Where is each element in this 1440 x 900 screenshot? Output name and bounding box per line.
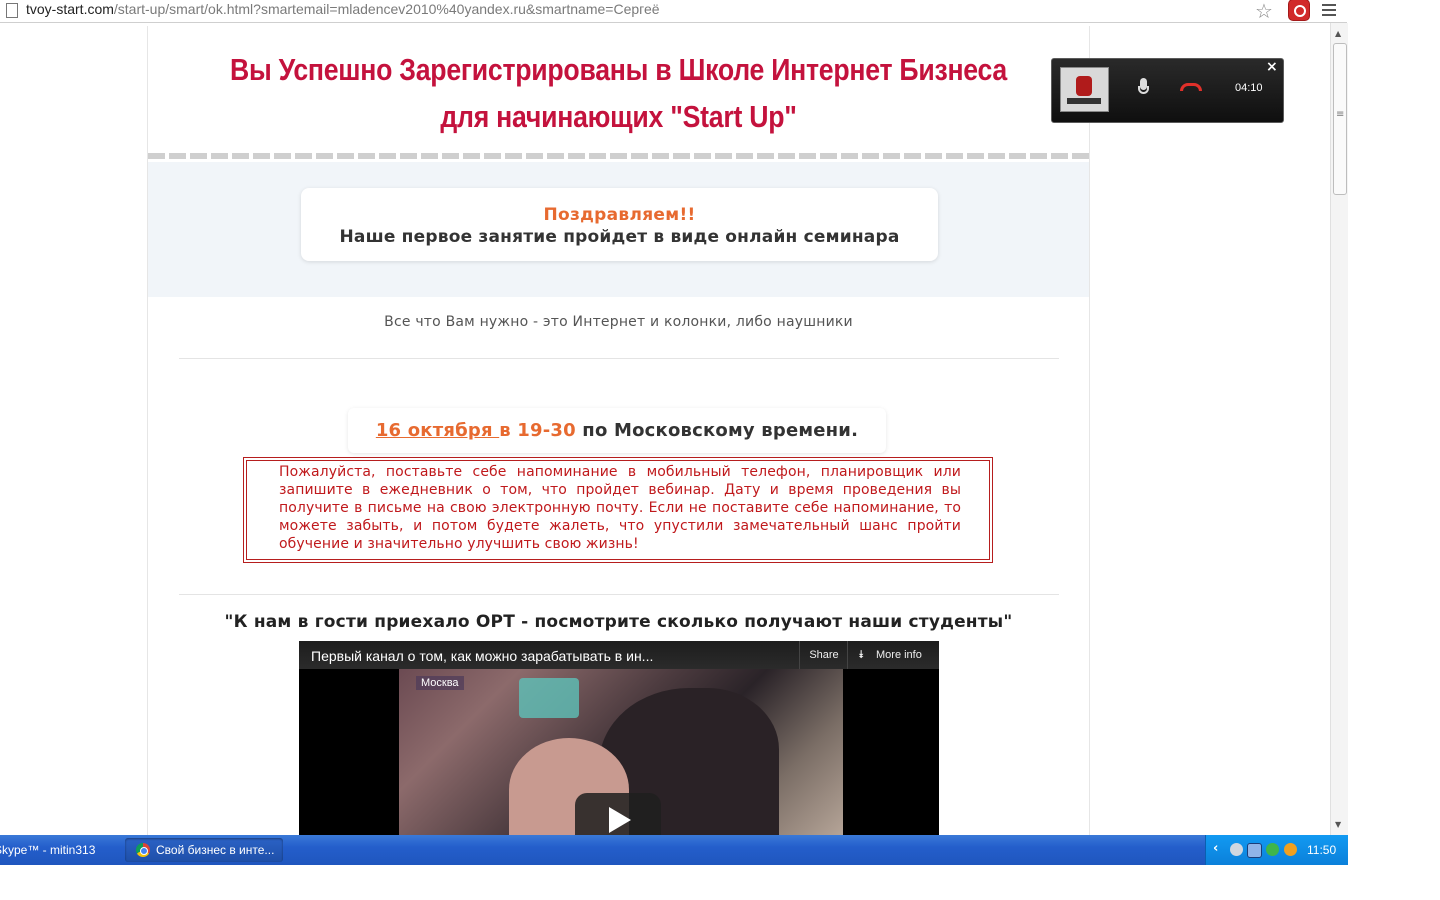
- play-button[interactable]: [575, 793, 661, 835]
- more-info-label: More info: [876, 649, 922, 661]
- tray-expand-icon[interactable]: ‹: [1213, 841, 1218, 856]
- date-time: в 19-30: [499, 420, 576, 441]
- system-tray: ‹ 11:50: [1205, 835, 1348, 865]
- headline-line-1: Вы Успешно Зарегистрированы в Школе Инте…: [230, 52, 1007, 87]
- scroll-thumb[interactable]: [1333, 43, 1347, 195]
- requirements-text: Все что Вам нужно - это Интернет и колон…: [384, 314, 853, 330]
- microphone-icon[interactable]: [1137, 78, 1151, 100]
- congrats-box: Поздравляем!! Наше первое занятие пройде…: [301, 188, 938, 261]
- skype-call-window[interactable]: 04:10 ×: [1051, 58, 1284, 123]
- adblock-icon[interactable]: [1288, 0, 1310, 21]
- video-heading: "К нам в гости приехало ОРТ - посмотрите…: [224, 612, 1013, 632]
- security-tray-icon[interactable]: [1266, 843, 1279, 856]
- address-bar[interactable]: tvoy-start.com/start-up/smart/ok.html?sm…: [0, 0, 1347, 23]
- taskbar-chrome-button[interactable]: Свой бизнес в инте...: [125, 838, 283, 862]
- page-content: Вы Успешно Зарегистрированы в Школе Инте…: [147, 26, 1090, 835]
- date-line: 16 октября в 19-30 по Московскому времен…: [348, 420, 886, 441]
- taskbar-skype-button[interactable]: Skype™ - mitin313: [0, 835, 103, 865]
- video-location-tag: Москва: [416, 676, 464, 690]
- menu-icon[interactable]: [1322, 1, 1336, 19]
- network-tray-icon[interactable]: [1247, 843, 1262, 858]
- reminder-text: Пожалуйста, поставьте себе напоминание в…: [279, 464, 961, 552]
- app-tray-icon[interactable]: [1284, 843, 1297, 856]
- taskbar: Skype™ - mitin313 Свой бизнес в инте... …: [0, 835, 1348, 865]
- scroll-up-arrow-icon[interactable]: ▲: [1335, 29, 1341, 38]
- taskbar-chrome-label: Свой бизнес в инте...: [156, 843, 275, 857]
- divider: [179, 594, 1059, 595]
- divider: [179, 358, 1059, 359]
- vertical-scrollbar[interactable]: ▲ ▼: [1330, 23, 1348, 835]
- steam-tray-icon[interactable]: [1230, 843, 1243, 856]
- congrats-title: Поздравляем!!: [543, 205, 696, 225]
- hang-up-icon[interactable]: [1180, 83, 1202, 91]
- date-rest: по Московскому времени.: [575, 420, 859, 441]
- browser-viewport: Вы Успешно Зарегистрированы в Школе Инте…: [0, 23, 1330, 835]
- page-icon: [6, 3, 18, 18]
- url-path: /start-up/smart/ok.html?smartemail=mlade…: [113, 1, 660, 17]
- date-box: 16 октября в 19-30 по Московскому времен…: [348, 408, 886, 453]
- clock: 11:50: [1307, 843, 1337, 857]
- video-share-button[interactable]: Share: [799, 641, 848, 669]
- video-title-bar: Первый канал о том, как можно зарабатыва…: [299, 641, 939, 669]
- chevron-down-icon: ⯯: [858, 649, 865, 661]
- chrome-icon: [136, 843, 150, 857]
- thumbnail-shape: [519, 678, 579, 718]
- caller-avatar: [1060, 67, 1109, 112]
- bookmark-star-icon[interactable]: ☆: [1255, 0, 1273, 23]
- page-headline: Вы Успешно Зарегистрированы в Школе Инте…: [214, 46, 1023, 140]
- headline-line-2: для начинающих "Start Up": [440, 99, 797, 134]
- close-icon[interactable]: ×: [1266, 59, 1278, 75]
- video-title[interactable]: Первый канал о том, как можно зарабатыва…: [311, 648, 653, 664]
- video-player[interactable]: Москва Первый канал о том, как можно зар…: [299, 641, 939, 835]
- url-host: tvoy-start.com: [26, 1, 114, 17]
- dashed-divider: [148, 153, 1089, 159]
- video-more-info-button[interactable]: ⯯ More info: [847, 641, 939, 669]
- scroll-down-arrow-icon[interactable]: ▼: [1335, 820, 1341, 829]
- congrats-subtitle: Наше первое занятие пройдет в виде онлай…: [339, 227, 900, 247]
- call-timer: 04:10: [1235, 82, 1263, 94]
- url-text[interactable]: tvoy-start.com/start-up/smart/ok.html?sm…: [26, 1, 660, 17]
- date-link[interactable]: 16 октября: [376, 420, 499, 441]
- reminder-box: Пожалуйста, поставьте себе напоминание в…: [243, 457, 993, 563]
